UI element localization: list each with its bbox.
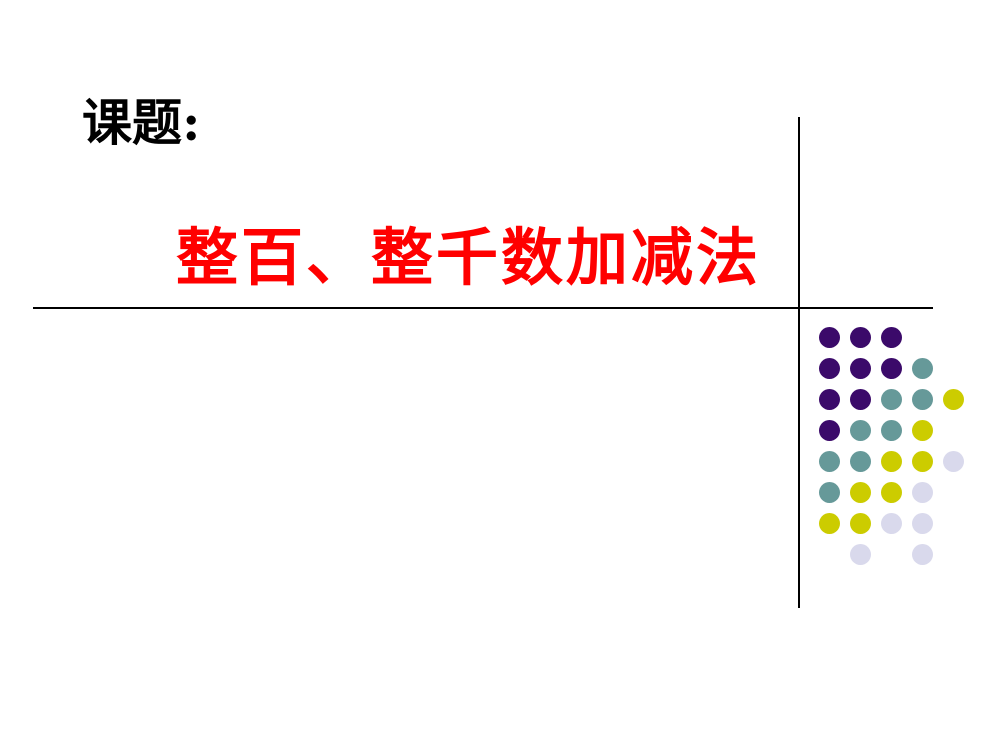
decoration-dot [912,420,933,441]
decoration-dot [850,358,871,379]
decoration-dot [881,451,902,472]
decoration-dot [819,451,840,472]
decoration-dot [881,389,902,410]
decoration-dot [850,389,871,410]
decoration-dot [819,482,840,503]
decoration-dot [881,358,902,379]
decoration-dot [912,513,933,534]
decoration-dot [881,420,902,441]
decoration-dot [912,544,933,565]
decoration-dot [819,420,840,441]
decoration-dot [819,389,840,410]
slide: 课题: 整百、整千数加减法 [0,0,999,750]
decoration-dot [819,513,840,534]
slide-title: 整百、整千数加减法 [176,221,762,294]
decoration-dot [850,513,871,534]
decoration-dot [912,389,933,410]
decoration-dot [819,358,840,379]
decoration-dot [943,389,964,410]
decoration-dot [881,327,902,348]
decoration-dot [850,451,871,472]
decoration-dot [850,420,871,441]
decoration-dot [850,327,871,348]
decoration-dot [881,482,902,503]
horizontal-divider [33,307,933,309]
vertical-divider [798,117,800,608]
decoration-dot [912,451,933,472]
decoration-dot [850,544,871,565]
decoration-dot [912,358,933,379]
decoration-dot [943,451,964,472]
decoration-dot [912,482,933,503]
decoration-dot [881,513,902,534]
topic-label: 课题: [82,93,201,152]
decoration-dot [850,482,871,503]
decoration-dot [819,327,840,348]
